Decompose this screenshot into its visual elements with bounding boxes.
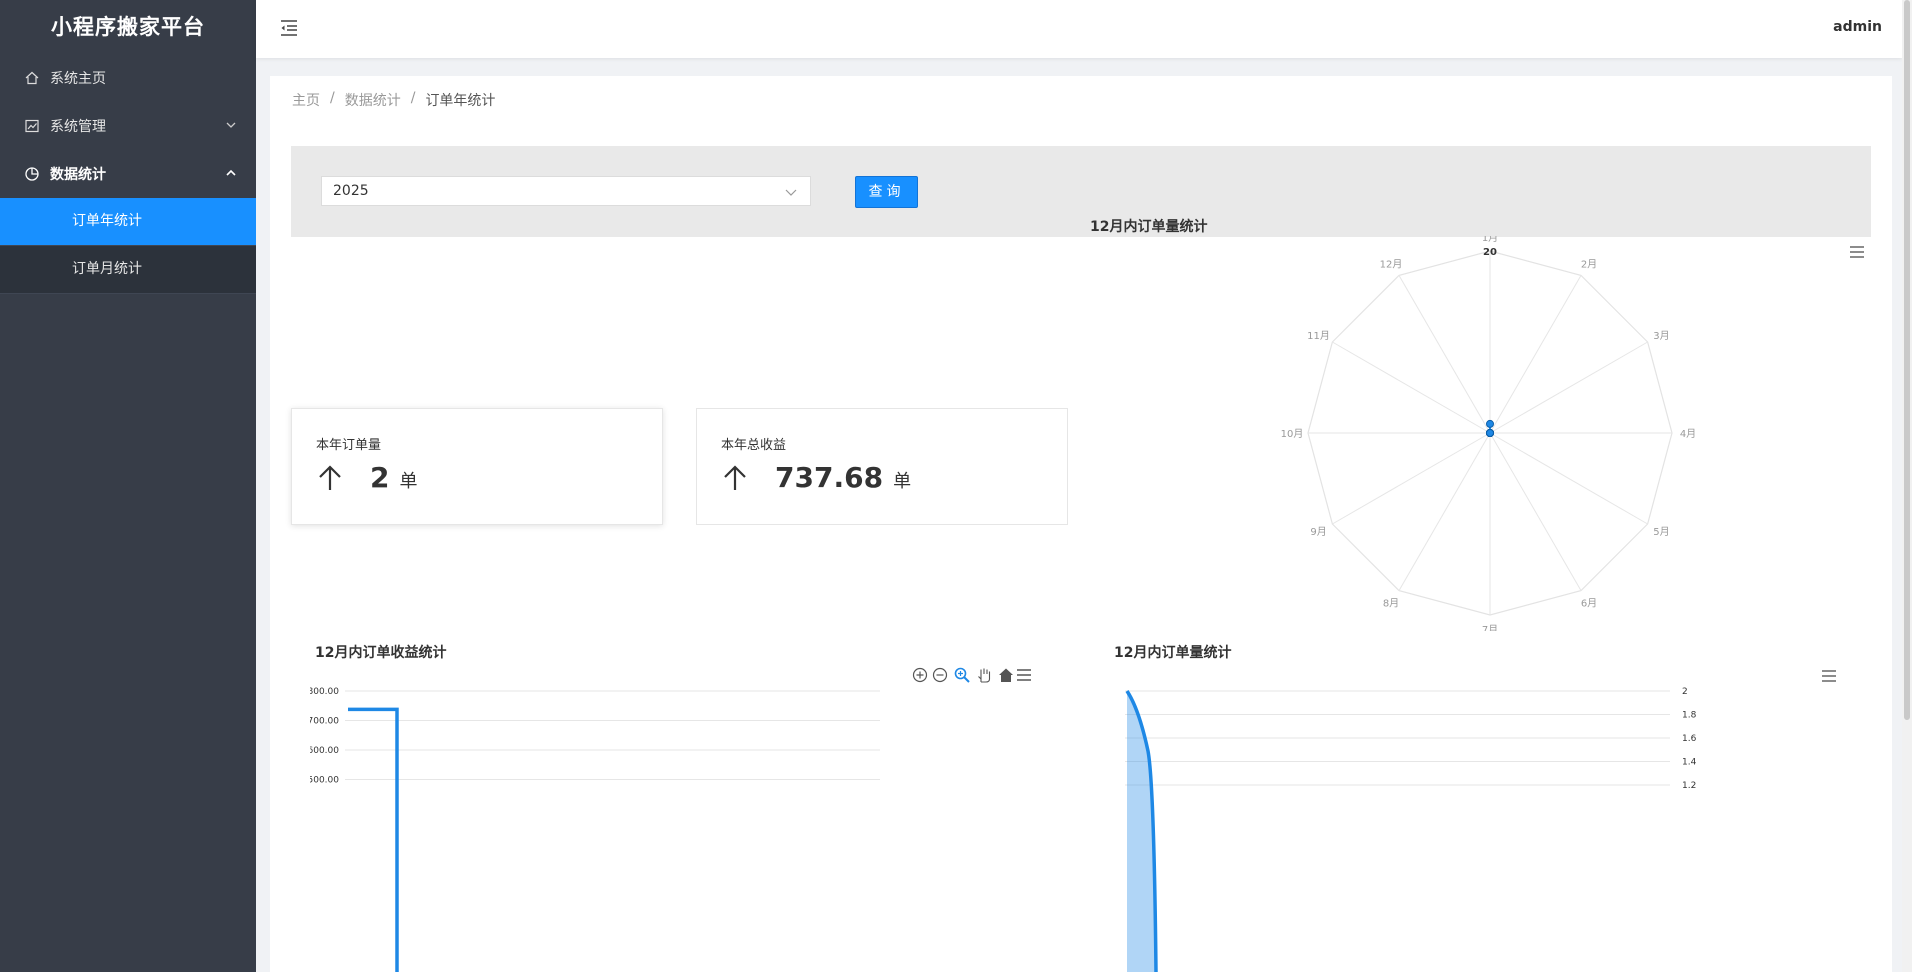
revenue-line-chart: 800.00 700.00 600.00 500.00 bbox=[310, 687, 880, 972]
card-number: 737.68 bbox=[775, 461, 884, 494]
chevron-up-icon bbox=[226, 169, 236, 176]
y-tick-label: 1.6 bbox=[1682, 734, 1697, 744]
query-button[interactable]: 查询 bbox=[855, 176, 918, 208]
sidebar-item-statistics[interactable]: 数据统计 bbox=[0, 150, 256, 198]
menu-fold-icon[interactable] bbox=[278, 17, 300, 39]
radar-axis-line bbox=[1489, 341, 1648, 434]
radar-indicator-label: 10月 bbox=[1281, 428, 1304, 440]
query-bar: 2025 查询 bbox=[291, 146, 1871, 237]
menu-icon[interactable] bbox=[1848, 244, 1866, 260]
arrow-up-icon bbox=[724, 464, 746, 490]
y-tick-label: 800.00 bbox=[310, 687, 339, 697]
sidebar-item-label: 系统管理 bbox=[50, 119, 106, 135]
radar-axis-line bbox=[1398, 275, 1491, 434]
radar-axis-line bbox=[1332, 341, 1491, 434]
card-unit: 单 bbox=[399, 471, 418, 492]
top-header: admin bbox=[256, 0, 1902, 58]
revenue-series-line bbox=[348, 707, 399, 972]
radar-axis-line bbox=[1489, 275, 1582, 434]
main-content: 主页 / 数据统计 / 订单年统计 2025 查询 本年订单量 2 单 本年总收… bbox=[270, 76, 1892, 972]
y-tick-label: 500.00 bbox=[310, 776, 339, 786]
radar-axis-line bbox=[1489, 432, 1582, 591]
y-tick-label: 600.00 bbox=[310, 746, 339, 756]
year-select-value: 2025 bbox=[333, 183, 369, 199]
radar-indicator-label: 7月 bbox=[1482, 624, 1498, 631]
sidebar: 小程序搬家平台 系统主页 系统管理 数据统计 订单年统计 订单月统计 bbox=[0, 0, 256, 972]
card-number: 2 bbox=[370, 461, 390, 494]
radar-indicator-label: 6月 bbox=[1581, 598, 1597, 610]
sidebar-item-system[interactable]: 系统管理 bbox=[0, 102, 256, 150]
home-icon bbox=[24, 70, 40, 86]
sidebar-item-label: 系统主页 bbox=[50, 71, 106, 87]
radar-indicator-label: 2月 bbox=[1581, 258, 1597, 270]
radar-indicator-label: 5月 bbox=[1653, 526, 1669, 538]
radar-indicator-label: 8月 bbox=[1383, 598, 1399, 610]
order-area-chart-title: 12月内订单量统计 bbox=[1114, 645, 1232, 661]
breadcrumb-current: 订单年统计 bbox=[425, 93, 496, 109]
radar-data-point bbox=[1486, 419, 1494, 428]
stat-card-order-count: 本年订单量 2 单 bbox=[291, 408, 663, 525]
pie-chart-icon bbox=[24, 166, 40, 182]
stat-card-revenue: 本年总收益 737.68 单 bbox=[696, 408, 1068, 525]
radar-indicator-label: 1月 bbox=[1482, 236, 1498, 244]
sidebar-item-home[interactable]: 系统主页 bbox=[0, 54, 256, 102]
y-tick-label: 2 bbox=[1682, 687, 1688, 697]
chevron-down-icon bbox=[226, 122, 236, 128]
y-tick-label: 1.4 bbox=[1682, 758, 1697, 768]
sidebar-item-order-year[interactable]: 订单年统计 bbox=[0, 198, 256, 246]
card-value: 2 单 bbox=[316, 461, 417, 494]
radar-chart-title: 12月内订单量统计 bbox=[1090, 219, 1208, 235]
revenue-chart-title: 12月内订单收益统计 bbox=[315, 645, 447, 661]
radar-indicator-label: 11月 bbox=[1307, 330, 1330, 342]
radar-axis-line bbox=[1332, 432, 1491, 525]
order-area-chart: 2 1.8 1.6 1.4 1.2 bbox=[1125, 687, 1697, 972]
y-tick-label: 700.00 bbox=[310, 717, 339, 727]
radar-chart: 1月 2月 3月 4月 5月 6月 7月 8月 9月 10月 11月 12月 20 bbox=[1281, 236, 1697, 631]
radar-indicator-label: 3月 bbox=[1653, 330, 1669, 342]
app-title: 小程序搬家平台 bbox=[51, 15, 205, 39]
submenu-statistics: 订单年统计 订单月统计 bbox=[0, 198, 256, 294]
radar-max-label: 20 bbox=[1483, 247, 1497, 258]
breadcrumb-parent[interactable]: 数据统计 bbox=[345, 90, 401, 110]
user-name[interactable]: admin bbox=[1833, 19, 1882, 35]
card-label: 本年订单量 bbox=[316, 438, 382, 453]
radar-indicator-label: 9月 bbox=[1310, 526, 1326, 538]
scrollbar-thumb[interactable] bbox=[1904, 0, 1910, 720]
radar-indicator-label: 4月 bbox=[1680, 428, 1696, 440]
sidebar-item-order-month[interactable]: 订单月统计 bbox=[0, 246, 256, 294]
radar-axis-line bbox=[1489, 432, 1648, 525]
y-tick-label: 1.8 bbox=[1682, 711, 1697, 721]
chevron-down-icon bbox=[785, 189, 797, 196]
line-chart-icon bbox=[24, 118, 40, 134]
arrow-up-icon bbox=[319, 464, 341, 490]
y-tick-label: 1.2 bbox=[1682, 781, 1696, 791]
card-value: 737.68 单 bbox=[721, 461, 911, 494]
radar-indicator-label: 12月 bbox=[1380, 258, 1403, 270]
radar-data-point bbox=[1486, 429, 1494, 437]
card-label: 本年总收益 bbox=[721, 438, 787, 453]
page-scrollbar[interactable] bbox=[1902, 0, 1912, 972]
breadcrumb-home[interactable]: 主页 bbox=[292, 90, 320, 110]
radar-axis-line bbox=[1398, 432, 1491, 591]
card-unit: 单 bbox=[893, 471, 912, 492]
sidebar-item-label: 数据统计 bbox=[50, 167, 106, 183]
breadcrumb: 主页 / 数据统计 / 订单年统计 bbox=[292, 90, 495, 110]
breadcrumb-separator: / bbox=[410, 90, 416, 106]
year-select[interactable]: 2025 bbox=[321, 176, 811, 206]
breadcrumb-separator: / bbox=[330, 90, 335, 106]
